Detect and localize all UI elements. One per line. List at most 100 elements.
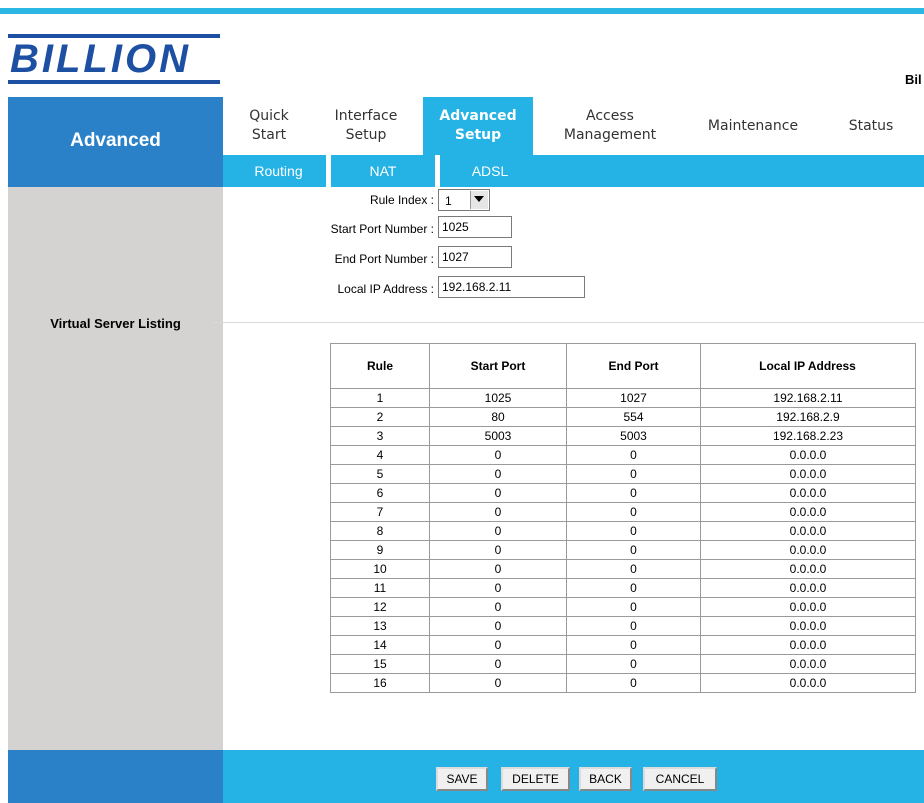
- cell-start-port: 1025: [429, 388, 567, 408]
- table-row: 10 0 0 0.0.0.0: [330, 559, 916, 579]
- cell-local-ip: 0.0.0.0: [700, 502, 916, 522]
- table-header-row: Rule Start Port End Port Local IP Addres…: [330, 343, 916, 389]
- cell-rule: 12: [330, 597, 430, 617]
- cell-local-ip: 0.0.0.0: [700, 635, 916, 655]
- table-row: 8 0 0 0.0.0.0: [330, 521, 916, 541]
- cell-end-port: 0: [566, 559, 701, 579]
- end-port-input[interactable]: [438, 246, 512, 268]
- cell-rule: 7: [330, 502, 430, 522]
- section-divider: [213, 322, 924, 323]
- start-port-label: Start Port Number :: [330, 222, 434, 236]
- cell-end-port: 0: [566, 521, 701, 541]
- cell-start-port: 0: [429, 673, 567, 693]
- cell-start-port: 5003: [429, 426, 567, 446]
- billion-logo: BILLION: [8, 34, 220, 84]
- cell-rule: 10: [330, 559, 430, 579]
- cell-start-port: 0: [429, 559, 567, 579]
- rule-index-select[interactable]: 1: [438, 189, 490, 211]
- nav-advanced-setup[interactable]: Advanced Setup: [423, 97, 533, 155]
- rule-index-label: Rule Index :: [369, 193, 434, 207]
- nav-quick-start[interactable]: Quick Start: [228, 97, 310, 155]
- footer-left-panel: [8, 750, 223, 803]
- cell-rule: 5: [330, 464, 430, 484]
- cancel-button[interactable]: CANCEL: [643, 767, 717, 791]
- cell-local-ip: 0.0.0.0: [700, 521, 916, 541]
- table-row: 11 0 0 0.0.0.0: [330, 578, 916, 598]
- virtual-server-listing-label: Virtual Server Listing: [50, 316, 181, 331]
- cell-local-ip: 0.0.0.0: [700, 464, 916, 484]
- cell-start-port: 0: [429, 521, 567, 541]
- cell-rule: 1: [330, 388, 430, 408]
- subnav-nat[interactable]: NAT: [331, 155, 435, 187]
- cell-start-port: 80: [429, 407, 567, 427]
- save-button[interactable]: SAVE: [436, 767, 488, 791]
- cell-start-port: 0: [429, 616, 567, 636]
- table-body: 1 1025 1027 192.168.2.11 2 80 554 192.168.2.9 3 5…: [330, 388, 916, 693]
- cell-local-ip: 0.0.0.0: [700, 559, 916, 579]
- nav-maintenance[interactable]: Maintenance: [693, 97, 813, 155]
- cell-local-ip: 0.0.0.0: [700, 540, 916, 560]
- cell-end-port: 0: [566, 464, 701, 484]
- delete-button[interactable]: DELETE: [501, 767, 570, 791]
- column-header-start-port: Start Port: [429, 343, 567, 389]
- footer-bar: [223, 750, 924, 803]
- table-row: 1 1025 1027 192.168.2.11: [330, 388, 916, 408]
- table-row: 9 0 0 0.0.0.0: [330, 540, 916, 560]
- nav-status[interactable]: Status: [829, 97, 913, 155]
- subnav-adsl[interactable]: ADSL: [440, 155, 540, 187]
- cell-end-port: 0: [566, 578, 701, 598]
- svg-text:BILLION: BILLION: [10, 37, 191, 81]
- table-row: 16 0 0 0.0.0.0: [330, 673, 916, 693]
- cell-local-ip: 192.168.2.9: [700, 407, 916, 427]
- top-accent-line: [0, 8, 924, 14]
- cell-end-port: 0: [566, 483, 701, 503]
- column-header-rule: Rule: [330, 343, 430, 389]
- sidebar-section-label: Advanced: [70, 130, 161, 151]
- table-row: 3 5003 5003 192.168.2.23: [330, 426, 916, 446]
- cell-end-port: 554: [566, 407, 701, 427]
- cell-rule: 13: [330, 616, 430, 636]
- cell-rule: 2: [330, 407, 430, 427]
- cell-end-port: 0: [566, 540, 701, 560]
- cell-local-ip: 0.0.0.0: [700, 616, 916, 636]
- cell-end-port: 0: [566, 502, 701, 522]
- cell-rule: 15: [330, 654, 430, 674]
- sidebar-header: Advanced: [8, 97, 223, 187]
- cell-local-ip: 0.0.0.0: [700, 654, 916, 674]
- cell-end-port: 0: [566, 445, 701, 465]
- start-port-input[interactable]: [438, 216, 512, 238]
- cell-start-port: 0: [429, 597, 567, 617]
- cell-end-port: 0: [566, 673, 701, 693]
- table-row: 12 0 0 0.0.0.0: [330, 597, 916, 617]
- chevron-down-icon[interactable]: [470, 191, 488, 209]
- subnav-routing[interactable]: Routing: [231, 155, 326, 187]
- cell-local-ip: 192.168.2.23: [700, 426, 916, 446]
- back-button[interactable]: BACK: [579, 767, 632, 791]
- cell-end-port: 0: [566, 616, 701, 636]
- nav-access-management[interactable]: Access Management: [543, 97, 677, 155]
- cell-start-port: 0: [429, 502, 567, 522]
- cell-rule: 9: [330, 540, 430, 560]
- table-row: 15 0 0 0.0.0.0: [330, 654, 916, 674]
- cell-end-port: 1027: [566, 388, 701, 408]
- cell-start-port: 0: [429, 578, 567, 598]
- brand-name-text: Bil: [905, 72, 922, 87]
- sub-navigation: Routing NAT ADSL: [223, 155, 924, 187]
- table-row: 2 80 554 192.168.2.9: [330, 407, 916, 427]
- cell-local-ip: 192.168.2.11: [700, 388, 916, 408]
- cell-rule: 8: [330, 521, 430, 541]
- nav-interface-setup[interactable]: Interface Setup: [315, 97, 417, 155]
- cell-local-ip: 0.0.0.0: [700, 597, 916, 617]
- local-ip-label: Local IP Address :: [337, 282, 434, 296]
- cell-start-port: 0: [429, 635, 567, 655]
- cell-local-ip: 0.0.0.0: [700, 578, 916, 598]
- table-row: 14 0 0 0.0.0.0: [330, 635, 916, 655]
- cell-end-port: 5003: [566, 426, 701, 446]
- cell-local-ip: 0.0.0.0: [700, 445, 916, 465]
- cell-rule: 6: [330, 483, 430, 503]
- local-ip-input[interactable]: [438, 276, 585, 298]
- cell-end-port: 0: [566, 635, 701, 655]
- table-row: 4 0 0 0.0.0.0: [330, 445, 916, 465]
- cell-rule: 14: [330, 635, 430, 655]
- rule-index-value: 1: [445, 194, 452, 208]
